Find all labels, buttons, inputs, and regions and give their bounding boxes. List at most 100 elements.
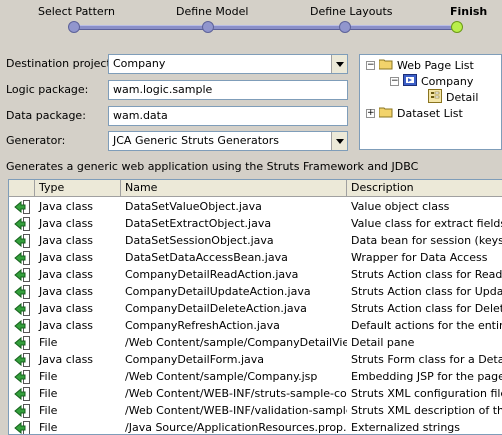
step-select-pattern: Select Pattern — [38, 5, 116, 18]
generate-arrow-icon — [9, 419, 35, 434]
generate-arrow-icon — [9, 368, 35, 385]
step-finish: Finish — [450, 5, 488, 18]
logic-package-value: wam.logic.sample — [113, 83, 213, 96]
header-icon-column[interactable] — [9, 180, 35, 196]
generate-arrow-icon — [9, 266, 35, 283]
table-row[interactable]: File/Java Source/ApplicationResources.pr… — [9, 419, 502, 434]
table-row[interactable]: File/Web Content/WEB-INF/struts-sample-c… — [9, 385, 502, 402]
generated-files-table: Type Name Description Java class DataSetV… — [8, 179, 502, 435]
destination-project-combo[interactable]: Company — [108, 54, 348, 74]
cell-type: File — [39, 404, 58, 417]
cell-description: Struts Action class for Read — [351, 268, 502, 281]
cell-description: Struts XML description of the va — [351, 404, 502, 417]
cell-description: Struts Action class for Update — [351, 285, 502, 298]
collapse-icon[interactable]: − — [390, 76, 399, 86]
table-row[interactable]: Java class CompanyDetailDeleteAction.java… — [9, 300, 502, 317]
cell-name: CompanyRefreshAction.java — [125, 319, 280, 332]
generator-label: Generator: — [6, 134, 66, 147]
cell-description: Data bean for session (keys) — [351, 234, 502, 247]
tree-item-web-page-list[interactable]: − Web Page List — [366, 57, 474, 73]
generator-description: Generates a generic web application usin… — [6, 160, 419, 173]
data-package-label: Data package: — [6, 109, 86, 122]
generate-arrow-icon — [9, 283, 35, 300]
table-row[interactable]: Java class DataSetValueObject.java Value o… — [9, 198, 502, 215]
folder-icon — [378, 58, 393, 73]
header-name[interactable]: Name — [121, 180, 347, 196]
step-dot-define-layouts — [339, 21, 351, 33]
generate-arrow-icon — [9, 232, 35, 249]
cell-name: DataSetSessionObject.java — [125, 234, 274, 247]
cell-description: Struts Action class for Delete — [351, 302, 502, 315]
destination-project-label: Destination project: — [6, 57, 115, 70]
cell-type: Java class — [39, 353, 94, 366]
tree-item-company[interactable]: − Company — [390, 73, 473, 89]
header-type[interactable]: Type — [35, 180, 121, 196]
cell-type: Java class — [39, 302, 94, 315]
generate-arrow-icon — [9, 334, 35, 351]
expand-icon[interactable]: + — [366, 108, 375, 118]
tree-item-detail[interactable]: Detail — [428, 88, 478, 106]
generate-arrow-icon — [9, 215, 35, 232]
detail-icon — [428, 88, 442, 106]
cell-type: File — [39, 387, 58, 400]
cell-description: Externalized strings — [351, 421, 461, 434]
table-row[interactable]: Java class DataSetDataAccessBean.java Wrap… — [9, 249, 502, 266]
cell-type: Java class — [39, 200, 94, 213]
tree-item-label: Company — [421, 74, 474, 88]
table-row[interactable]: File/Web Content/WEB-INF/validation-samp… — [9, 402, 502, 419]
cell-description: Value object class — [351, 200, 450, 213]
cell-description: Detail pane — [351, 336, 415, 349]
destination-project-value: Company — [113, 57, 166, 70]
wizard-steps: Select Pattern Define Model Define Layou… — [0, 0, 502, 40]
cell-name: /Web Content/WEB-INF/validation-sample..… — [125, 404, 347, 417]
step-define-model: Define Model — [176, 5, 249, 18]
cell-type: File — [39, 421, 58, 434]
tree-item-dataset-list[interactable]: + Dataset List — [366, 105, 463, 121]
chevron-down-icon[interactable] — [331, 132, 347, 150]
cell-name: /Web Content/WEB-INF/struts-sample-co... — [125, 387, 347, 400]
cell-type: Java class — [39, 268, 94, 281]
table-row[interactable]: Java class CompanyDetailForm.java Struts F… — [9, 351, 502, 368]
logic-package-input[interactable]: wam.logic.sample — [108, 80, 348, 100]
cell-name: /Web Content/sample/CompanyDetailView... — [125, 336, 347, 349]
cell-description: Struts XML configuration file — [351, 387, 502, 400]
table-row[interactable]: Java class DataSetExtractObject.java Value… — [9, 215, 502, 232]
table-row[interactable]: Java class CompanyDetailUpdateAction.java… — [9, 283, 502, 300]
cell-name: /Web Content/sample/Company.jsp — [125, 370, 318, 383]
step-dot-select-pattern — [68, 21, 80, 33]
cell-name: CompanyDetailUpdateAction.java — [125, 285, 311, 298]
generate-arrow-icon — [9, 317, 35, 334]
cell-type: Java class — [39, 251, 94, 264]
table-row[interactable]: File/Web Content/sample/CompanyDetailVie… — [9, 334, 502, 351]
generate-arrow-icon — [9, 385, 35, 402]
generate-arrow-icon — [9, 402, 35, 419]
table-row[interactable]: Java class CompanyRefreshAction.java Defau… — [9, 317, 502, 334]
collapse-icon[interactable]: − — [366, 60, 375, 70]
table-row[interactable]: File/Web Content/sample/Company.jsp Embed… — [9, 368, 502, 385]
layout-tree: − Web Page List − Company Detail + Datas… — [359, 54, 502, 150]
cell-description: Wrapper for Data Access — [351, 251, 488, 264]
generate-arrow-icon — [9, 351, 35, 368]
header-description[interactable]: Description — [347, 180, 502, 196]
cell-type: Java class — [39, 217, 94, 230]
step-dot-define-model — [202, 21, 214, 33]
chevron-down-icon[interactable] — [331, 55, 347, 73]
cell-description: Value class for extract fields — [351, 217, 502, 230]
generator-combo[interactable]: JCA Generic Struts Generators — [108, 131, 348, 151]
cell-name: DataSetValueObject.java — [125, 200, 262, 213]
folder-icon — [378, 106, 393, 121]
progress-track — [74, 25, 458, 30]
table-row[interactable]: Java class CompanyDetailReadAction.java St… — [9, 266, 502, 283]
generate-arrow-icon — [9, 198, 35, 215]
data-package-input[interactable]: wam.data — [108, 106, 348, 126]
cell-name: CompanyDetailDeleteAction.java — [125, 302, 307, 315]
cell-type: File — [39, 370, 58, 383]
table-row[interactable]: Java class DataSetSessionObject.java Data … — [9, 232, 502, 249]
tree-item-label: Web Page List — [397, 58, 474, 72]
cell-type: File — [39, 336, 58, 349]
tree-item-label: Dataset List — [397, 106, 463, 120]
generate-arrow-icon — [9, 300, 35, 317]
cell-name: CompanyDetailForm.java — [125, 353, 264, 366]
cell-name: DataSetDataAccessBean.java — [125, 251, 288, 264]
page-icon — [403, 73, 417, 89]
